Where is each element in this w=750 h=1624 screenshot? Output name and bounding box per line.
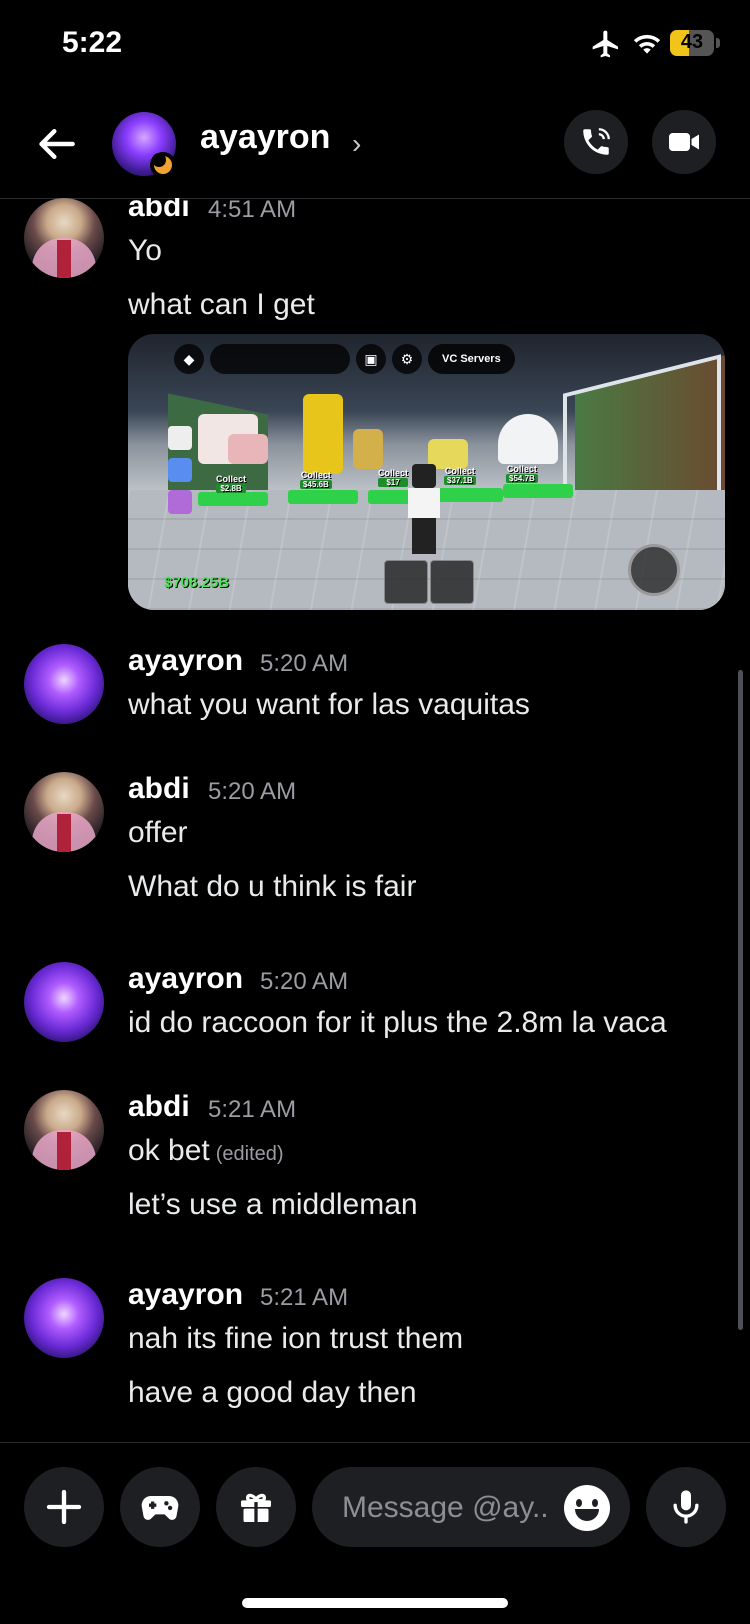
status-time: 5:22 xyxy=(62,26,123,59)
gift-button[interactable] xyxy=(216,1467,296,1547)
message-text-content: ok bet xyxy=(128,1134,210,1167)
collect-label: Collect $54.7B xyxy=(506,464,538,483)
home-indicator[interactable] xyxy=(242,1598,508,1608)
message-author[interactable]: abdi xyxy=(128,1090,190,1124)
wifi-icon xyxy=(633,34,661,54)
add-attachment-button[interactable] xyxy=(24,1467,104,1547)
collect-label: Collect $17 xyxy=(378,468,409,487)
airplane-mode-icon xyxy=(592,30,618,58)
avatar[interactable] xyxy=(24,962,104,1042)
back-arrow-icon[interactable] xyxy=(36,122,80,166)
hotbar-slot xyxy=(384,560,428,604)
message-input-box[interactable] xyxy=(312,1467,630,1547)
message-timestamp: 5:21 AM xyxy=(208,1096,297,1123)
collect-pad xyxy=(433,488,503,502)
message-timestamp: 5:21 AM xyxy=(260,1284,349,1311)
idle-status-icon xyxy=(150,152,176,178)
avatar[interactable] xyxy=(24,1090,104,1170)
gamepad-icon xyxy=(141,1496,179,1520)
avatar[interactable] xyxy=(24,1278,104,1358)
chevron-right-icon[interactable]: › xyxy=(352,128,361,160)
scrollbar[interactable] xyxy=(738,670,743,1330)
message-timestamp: 5:20 AM xyxy=(260,650,349,677)
voice-message-button[interactable] xyxy=(646,1467,726,1547)
gear-icon: ⚙ xyxy=(392,344,422,374)
message-timestamp: 4:51 AM xyxy=(208,198,297,223)
gift-icon xyxy=(241,1493,271,1522)
header-username[interactable]: ayayron xyxy=(200,118,330,157)
battery-icon: 43 xyxy=(670,30,714,56)
message-input[interactable] xyxy=(340,1485,564,1531)
activities-button[interactable] xyxy=(120,1467,200,1547)
rebirth-icon xyxy=(168,458,192,482)
status-bar: 5:22 43 xyxy=(0,0,750,90)
game-toolbar: ◆ ▣ ⚙ VC Servers xyxy=(174,344,515,374)
message-author[interactable]: abdi xyxy=(128,198,190,224)
message-text: nah its fine ion trust them xyxy=(128,1322,464,1355)
avatar[interactable] xyxy=(24,772,104,852)
composer-bar xyxy=(0,1442,750,1553)
scene-character xyxy=(353,429,383,469)
message-text: have a good day then xyxy=(128,1376,417,1409)
message-text: what can I get xyxy=(128,288,315,321)
phone-icon xyxy=(583,128,610,155)
video-camera-icon xyxy=(669,133,699,151)
message-list[interactable]: abdi 4:51 AM Yo what can I get Collect $2… xyxy=(0,198,750,1442)
battery-percent: 43 xyxy=(680,31,704,53)
message-author[interactable]: ayayron xyxy=(128,962,243,996)
collect-pad xyxy=(503,484,573,498)
battery-tip xyxy=(716,38,720,48)
avatar[interactable] xyxy=(24,644,104,724)
message-text: ok bet (edited) xyxy=(128,1134,284,1168)
game-screenshot-attachment[interactable]: Collect $2.8B Collect $45.6B Collect $17 Co… xyxy=(128,334,725,610)
message-timestamp: 5:20 AM xyxy=(260,968,349,995)
game-money: $708.25B xyxy=(164,574,230,591)
chat-header: ayayron › xyxy=(0,100,750,199)
scene-character xyxy=(303,394,343,474)
message-text: What do u think is fair xyxy=(128,870,417,903)
shop-icon xyxy=(168,490,192,514)
microphone-icon xyxy=(673,1490,699,1524)
collect-pad xyxy=(288,490,358,504)
message-text: Yo xyxy=(128,234,162,267)
scene-character xyxy=(498,414,558,464)
collect-label: Collect $2.8B xyxy=(216,474,247,493)
game-menu-bar xyxy=(210,344,350,374)
jump-button-icon xyxy=(628,544,680,596)
backpack-icon: ▣ xyxy=(356,344,386,374)
voice-call-button[interactable] xyxy=(564,110,628,174)
emoji-icon[interactable] xyxy=(564,1485,610,1531)
edited-label: (edited) xyxy=(215,1143,284,1165)
video-call-button[interactable] xyxy=(652,110,716,174)
message-text: let’s use a middleman xyxy=(128,1188,418,1221)
player-avatar xyxy=(408,464,440,554)
message-text: what you want for las vaquitas xyxy=(128,688,530,721)
index-icon xyxy=(168,426,192,450)
message-text: offer xyxy=(128,816,188,849)
collect-label: Collect $37.1B xyxy=(444,466,476,485)
message-author[interactable]: ayayron xyxy=(128,1278,243,1312)
collect-label: Collect $45.6B xyxy=(300,470,332,489)
message-author[interactable]: ayayron xyxy=(128,644,243,678)
scene-character xyxy=(228,434,268,464)
collect-pad xyxy=(198,492,268,506)
roblox-icon: ◆ xyxy=(174,344,204,374)
message-author[interactable]: abdi xyxy=(128,772,190,806)
hotbar-slot xyxy=(430,560,474,604)
avatar[interactable] xyxy=(24,198,104,278)
vc-servers-button: VC Servers xyxy=(428,344,515,374)
plus-icon xyxy=(46,1489,82,1525)
message-timestamp: 5:20 AM xyxy=(208,778,297,805)
message-text: id do raccoon for it plus the 2.8m la va… xyxy=(128,1006,667,1039)
